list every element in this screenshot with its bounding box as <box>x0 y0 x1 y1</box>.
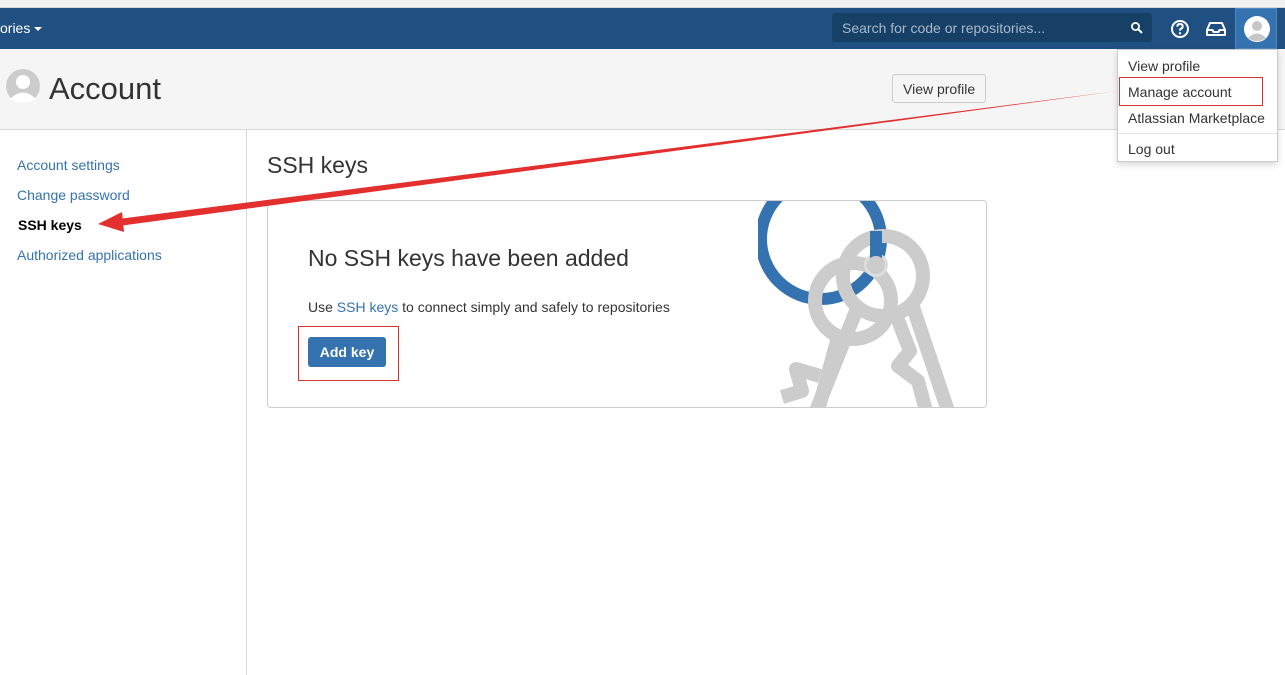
chevron-down-icon <box>34 27 43 32</box>
avatar-icon <box>1244 16 1270 42</box>
empty-state-desc-suffix: to connect simply and safely to reposito… <box>398 299 670 315</box>
repositories-menu-label: ories <box>0 20 31 36</box>
keys-illustration <box>758 201 955 407</box>
sidebar-divider <box>246 130 247 675</box>
menu-item-atlassian-marketplace[interactable]: Atlassian Marketplace <box>1128 110 1265 126</box>
user-avatar-button[interactable] <box>1235 8 1277 49</box>
empty-state-description: Use SSH keys to connect simply and safel… <box>308 299 670 315</box>
avatar <box>6 69 40 103</box>
browser-top-strip <box>0 0 1285 8</box>
menu-item-log-out[interactable]: Log out <box>1128 141 1175 157</box>
empty-state-desc-prefix: Use <box>308 299 337 315</box>
search-box <box>832 13 1152 42</box>
menu-divider <box>1118 133 1277 134</box>
empty-state-title: No SSH keys have been added <box>308 245 629 271</box>
ssh-keys-link[interactable]: SSH keys <box>337 299 398 315</box>
sidebar-item-ssh-keys[interactable]: SSH keys <box>18 217 82 233</box>
add-key-highlight-box <box>298 326 399 381</box>
menu-item-view-profile[interactable]: View profile <box>1128 58 1200 74</box>
help-icon[interactable] <box>1170 19 1190 39</box>
sidebar-item-change-password[interactable]: Change password <box>17 187 130 203</box>
repositories-menu[interactable]: ories <box>0 8 43 49</box>
search-input[interactable] <box>832 13 1122 42</box>
sidebar-item-authorized-applications[interactable]: Authorized applications <box>17 247 162 263</box>
top-navbar: ories <box>0 8 1285 49</box>
manage-account-highlight-box <box>1119 77 1263 106</box>
page-title: Account <box>49 71 162 106</box>
page-header: Account View profile <box>0 49 1285 130</box>
section-title: SSH keys <box>267 152 368 178</box>
sidebar-item-account-settings[interactable]: Account settings <box>17 157 120 173</box>
search-icon[interactable] <box>1130 21 1144 35</box>
view-profile-button[interactable]: View profile <box>892 74 987 103</box>
inbox-icon[interactable] <box>1205 19 1227 39</box>
